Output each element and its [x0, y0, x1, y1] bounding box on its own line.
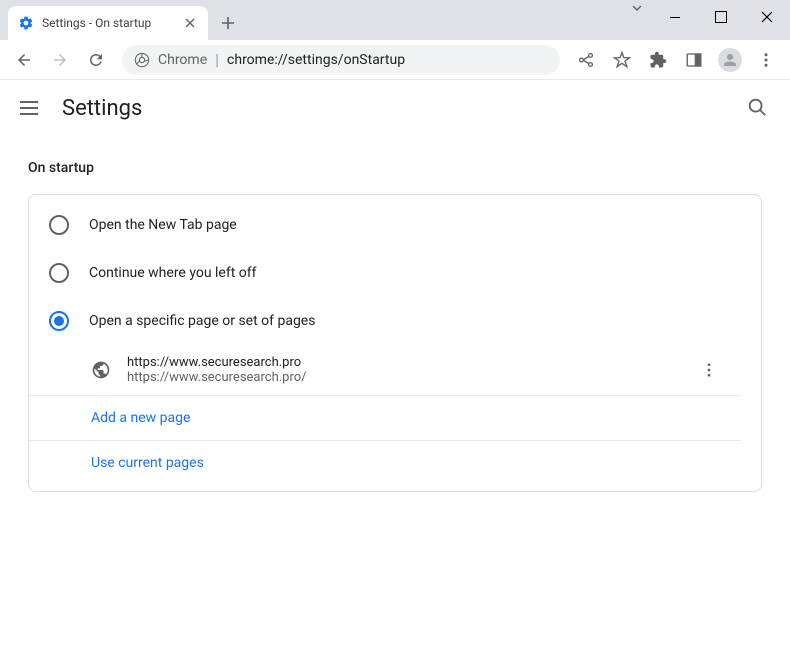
radio-icon: [49, 263, 69, 283]
tab-title: Settings - On startup: [42, 16, 174, 30]
section-title: On startup: [28, 160, 762, 176]
startup-page-entry: https://www.securesearch.pro https://www…: [29, 345, 741, 396]
settings-favicon: [18, 15, 34, 31]
use-current-pages-link[interactable]: Use current pages: [29, 441, 741, 485]
reload-button[interactable]: [80, 44, 112, 76]
globe-icon: [91, 360, 111, 380]
extensions-icon[interactable]: [642, 44, 674, 76]
bookmark-icon[interactable]: [606, 44, 638, 76]
profile-button[interactable]: [714, 44, 746, 76]
close-tab-icon[interactable]: [182, 15, 198, 31]
page-entry-title: https://www.securesearch.pro: [127, 355, 681, 370]
option-specific-pages[interactable]: Open a specific page or set of pages: [29, 297, 761, 345]
new-tab-button[interactable]: [214, 9, 242, 37]
chrome-menu-button[interactable]: [750, 44, 782, 76]
avatar-icon: [718, 48, 742, 72]
search-settings-button[interactable]: [746, 96, 770, 120]
address-prefix: Chrome: [158, 52, 207, 68]
radio-label: Open the New Tab page: [89, 217, 237, 233]
radio-label: Continue where you left off: [89, 265, 257, 281]
browser-tab[interactable]: Settings - On startup: [8, 6, 208, 40]
page-info: https://www.securesearch.pro https://www…: [127, 355, 681, 385]
option-continue-where-left-off[interactable]: Continue where you left off: [29, 249, 761, 297]
settings-content: On startup Open the New Tab page Continu…: [0, 136, 790, 516]
window-maximize-button[interactable]: [698, 2, 744, 32]
share-icon[interactable]: [570, 44, 602, 76]
page-entry-more-button[interactable]: [697, 358, 721, 382]
browser-toolbar: Chrome | chrome://settings/onStartup: [0, 40, 790, 80]
window-titlebar: Settings - On startup: [0, 0, 790, 40]
window-minimize-button[interactable]: [652, 2, 698, 32]
back-button[interactable]: [8, 44, 40, 76]
address-bar[interactable]: Chrome | chrome://settings/onStartup: [122, 45, 560, 75]
address-url: chrome://settings/onStartup: [227, 52, 405, 68]
hamburger-menu-icon[interactable]: [20, 96, 44, 120]
window-controls: [622, 0, 790, 40]
startup-options-card: Open the New Tab page Continue where you…: [28, 194, 762, 492]
chrome-icon: [134, 52, 150, 68]
add-new-page-link[interactable]: Add a new page: [29, 396, 741, 441]
settings-header: Settings: [0, 80, 790, 136]
forward-button[interactable]: [44, 44, 76, 76]
page-title: Settings: [62, 96, 142, 121]
option-new-tab-page[interactable]: Open the New Tab page: [29, 201, 761, 249]
chevron-down-icon[interactable]: [622, 2, 652, 14]
address-divider: |: [215, 50, 219, 69]
tab-strip: Settings - On startup: [0, 0, 242, 40]
page-entry-url: https://www.securesearch.pro/: [127, 370, 681, 385]
radio-label: Open a specific page or set of pages: [89, 313, 315, 329]
side-panel-icon[interactable]: [678, 44, 710, 76]
radio-icon: [49, 311, 69, 331]
window-close-button[interactable]: [744, 2, 790, 32]
radio-icon: [49, 215, 69, 235]
